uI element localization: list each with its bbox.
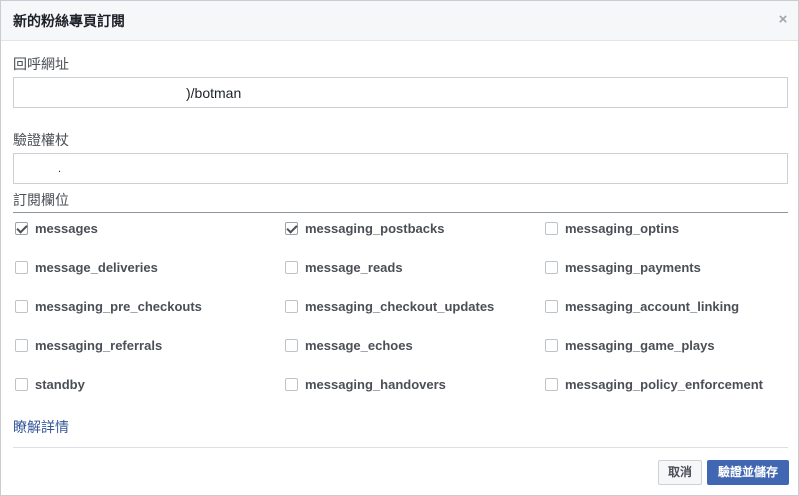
subscription-field-label: messaging_policy_enforcement <box>565 376 763 392</box>
checkbox-checked-icon[interactable] <box>285 221 298 235</box>
callback-url-input[interactable] <box>13 77 788 108</box>
footer-divider <box>13 447 788 448</box>
subscription-field-label: message_deliveries <box>35 259 158 275</box>
subscription-field-label: message_reads <box>305 259 403 275</box>
subscription-fields-divider <box>13 212 788 213</box>
subscription-field-messaging-optins[interactable]: messaging_optins <box>545 219 679 237</box>
checkbox-unchecked-icon[interactable] <box>545 221 558 235</box>
subscription-field-label: messaging_pre_checkouts <box>35 298 202 314</box>
subscription-field-label: messages <box>35 220 98 236</box>
subscription-field-label: messaging_optins <box>565 220 680 236</box>
checkbox-unchecked-icon[interactable] <box>285 377 298 391</box>
subscription-field-label: messaging_game_plays <box>565 337 715 353</box>
subscription-field-messaging-handovers[interactable]: messaging_handovers <box>285 375 446 393</box>
dialog-title: 新的粉絲專頁訂閱 <box>13 13 125 29</box>
checkbox-unchecked-icon[interactable] <box>15 299 28 313</box>
dialog-header: 新的粉絲專頁訂閱 × <box>1 1 798 41</box>
subscription-field-label: standby <box>35 376 85 392</box>
checkbox-unchecked-icon[interactable] <box>545 260 558 274</box>
subscription-field-message-echoes[interactable]: message_echoes <box>285 336 413 354</box>
subscription-field-label: messaging_referrals <box>35 337 163 353</box>
subscription-field-label: messaging_payments <box>565 259 701 275</box>
subscription-field-label: message_echoes <box>305 337 413 353</box>
subscription-field-message-reads[interactable]: message_reads <box>285 258 403 276</box>
subscription-field-message-deliveries[interactable]: message_deliveries <box>15 258 158 276</box>
checkbox-unchecked-icon[interactable] <box>15 338 28 352</box>
subscription-field-label: messaging_handovers <box>305 376 446 392</box>
learn-more-link[interactable]: 瞭解詳情 <box>13 418 69 436</box>
subscription-field-label: messaging_account_linking <box>565 298 740 314</box>
subscription-field-messaging-policy-enforcement[interactable]: messaging_policy_enforcement <box>545 375 763 393</box>
subscription-field-messaging-account-linking[interactable]: messaging_account_linking <box>545 297 739 315</box>
verify-and-save-button[interactable]: 驗證並儲存 <box>707 460 789 485</box>
checkbox-unchecked-icon[interactable] <box>15 377 28 391</box>
checkbox-unchecked-icon[interactable] <box>285 338 298 352</box>
subscription-field-label: messaging_postbacks <box>305 220 445 236</box>
cancel-button[interactable]: 取消 <box>658 460 702 485</box>
subscription-field-messaging-pre-checkouts[interactable]: messaging_pre_checkouts <box>15 297 202 315</box>
new-page-subscription-dialog: 新的粉絲專頁訂閱 × 回呼網址 驗證權杖 訂閱欄位 messages messag… <box>0 0 799 496</box>
subscription-fields-label: 訂閱欄位 <box>13 192 69 208</box>
checkbox-unchecked-icon[interactable] <box>285 260 298 274</box>
subscription-field-messaging-referrals[interactable]: messaging_referrals <box>15 336 162 354</box>
subscription-field-messaging-checkout-updates[interactable]: messaging_checkout_updates <box>285 297 494 315</box>
checkbox-unchecked-icon[interactable] <box>285 299 298 313</box>
checkbox-unchecked-icon[interactable] <box>15 260 28 274</box>
subscription-field-messaging-payments[interactable]: messaging_payments <box>545 258 701 276</box>
checkbox-checked-icon[interactable] <box>15 221 28 235</box>
checkbox-unchecked-icon[interactable] <box>545 338 558 352</box>
subscription-field-messaging-game-plays[interactable]: messaging_game_plays <box>545 336 715 354</box>
subscription-field-standby[interactable]: standby <box>15 375 85 393</box>
verify-token-label: 驗證權杖 <box>13 132 69 148</box>
verify-token-input[interactable] <box>13 153 788 184</box>
subscription-field-messages[interactable]: messages <box>15 219 98 237</box>
checkbox-unchecked-icon[interactable] <box>545 377 558 391</box>
close-icon[interactable]: × <box>775 12 791 28</box>
callback-url-label: 回呼網址 <box>13 56 69 72</box>
subscription-field-label: messaging_checkout_updates <box>305 298 495 314</box>
checkbox-unchecked-icon[interactable] <box>545 299 558 313</box>
subscription-field-messaging-postbacks[interactable]: messaging_postbacks <box>285 219 444 237</box>
